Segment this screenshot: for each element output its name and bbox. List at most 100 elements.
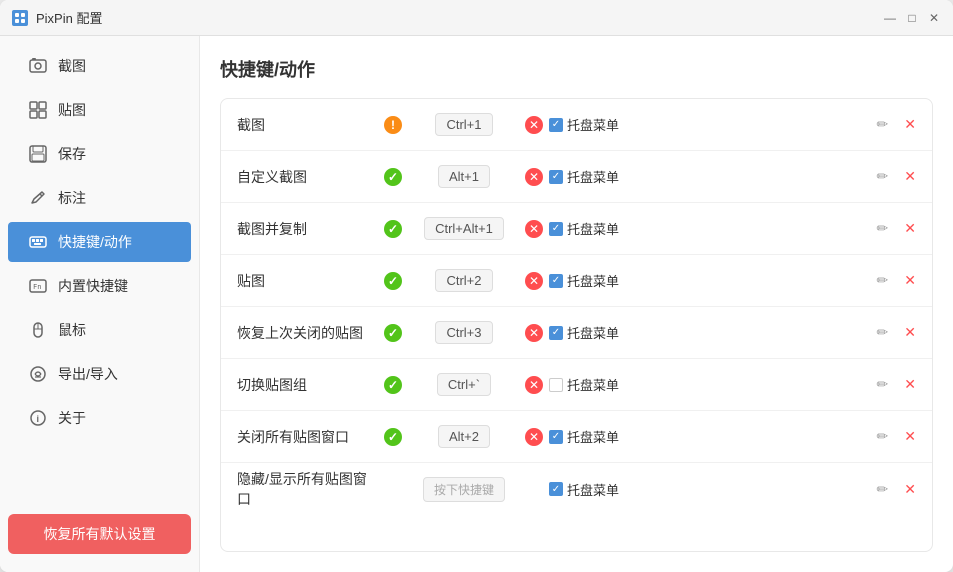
sidebar-item-annotate[interactable]: 标注	[8, 178, 191, 218]
remove-button[interactable]: ✕	[904, 220, 916, 237]
sidebar-item-export[interactable]: 导出/导入	[8, 354, 191, 394]
close-button[interactable]: ✕	[927, 11, 941, 25]
sidebar-item-mouse[interactable]: 鼠标	[8, 310, 191, 350]
checkbox-checked[interactable]: ✓	[549, 326, 563, 340]
key-display[interactable]: Alt+2	[409, 425, 519, 448]
edit-button[interactable]: ✏	[877, 376, 889, 393]
status-icon: ✓	[377, 324, 409, 342]
delete-key-icon[interactable]: ✕	[519, 116, 549, 134]
checkbox-checked[interactable]: ✓	[549, 170, 563, 184]
sidebar-item-sticker[interactable]: 贴图	[8, 90, 191, 130]
sidebar-item-label: 关于	[58, 408, 86, 428]
sidebar: 截图 贴图	[0, 36, 200, 572]
delete-key-button[interactable]: ✕	[525, 324, 543, 342]
tray-menu-checkbox[interactable]: 托盘菜单	[549, 375, 619, 394]
menu-option: ✓ 托盘菜单	[549, 427, 877, 446]
sidebar-item-label: 截图	[58, 56, 86, 76]
key-display[interactable]: Ctrl+2	[409, 269, 519, 292]
delete-key-icon[interactable]: ✕	[519, 376, 549, 394]
remove-button[interactable]: ✕	[904, 168, 916, 185]
edit-button[interactable]: ✏	[877, 324, 889, 341]
key-display[interactable]: Alt+1	[409, 165, 519, 188]
sidebar-item-screenshot[interactable]: 截图	[8, 46, 191, 86]
row-actions: ✏ ✕	[877, 481, 916, 498]
delete-key-button[interactable]: ✕	[525, 272, 543, 290]
edit-button[interactable]: ✏	[877, 168, 889, 185]
shortcut-name: 截图	[237, 115, 377, 135]
key-display[interactable]: Ctrl+Alt+1	[409, 217, 519, 240]
status-icon: ✓	[377, 168, 409, 186]
status-ok-icon: ✓	[384, 220, 402, 238]
maximize-button[interactable]: □	[905, 11, 919, 25]
table-row: 自定义截图 ✓ Alt+1 ✕ ✓ 托盘菜单	[221, 151, 932, 203]
sidebar-item-about[interactable]: i 关于	[8, 398, 191, 438]
edit-button[interactable]: ✏	[877, 272, 889, 289]
checkbox-checked[interactable]: ✓	[549, 274, 563, 288]
status-icon: ✓	[377, 272, 409, 290]
edit-button[interactable]: ✏	[877, 481, 889, 498]
checkbox-checked[interactable]: ✓	[549, 118, 563, 132]
edit-button[interactable]: ✏	[877, 116, 889, 133]
window-controls: — □ ✕	[883, 11, 941, 25]
key-placeholder[interactable]: 按下快捷键	[409, 477, 519, 502]
tray-menu-checkbox[interactable]: ✓ 托盘菜单	[549, 115, 619, 134]
sidebar-item-label: 标注	[58, 188, 86, 208]
status-warn-icon: !	[384, 116, 402, 134]
remove-button[interactable]: ✕	[904, 428, 916, 445]
delete-key-button[interactable]: ✕	[525, 428, 543, 446]
menu-option: ✓ 托盘菜单	[549, 323, 877, 342]
key-display[interactable]: Ctrl+3	[409, 321, 519, 344]
page-title: 快捷键/动作	[220, 56, 933, 82]
remove-button[interactable]: ✕	[904, 272, 916, 289]
remove-button[interactable]: ✕	[904, 324, 916, 341]
checkbox-checked[interactable]: ✓	[549, 430, 563, 444]
checkbox-checked[interactable]: ✓	[549, 482, 563, 496]
delete-key-icon[interactable]: ✕	[519, 324, 549, 342]
status-ok-icon: ✓	[384, 324, 402, 342]
tray-menu-checkbox[interactable]: ✓ 托盘菜单	[549, 427, 619, 446]
delete-key-icon[interactable]: ✕	[519, 220, 549, 238]
checkbox-checked[interactable]: ✓	[549, 222, 563, 236]
tray-menu-checkbox[interactable]: ✓ 托盘菜单	[549, 219, 619, 238]
shortcut-name: 切换贴图组	[237, 375, 377, 395]
sidebar-item-label: 内置快捷键	[58, 276, 128, 296]
key-display[interactable]: Ctrl+1	[409, 113, 519, 136]
row-actions: ✏ ✕	[877, 428, 916, 445]
status-ok-icon: ✓	[384, 168, 402, 186]
tray-menu-checkbox[interactable]: ✓ 托盘菜单	[549, 323, 619, 342]
remove-button[interactable]: ✕	[904, 376, 916, 393]
delete-key-icon[interactable]: ✕	[519, 168, 549, 186]
svg-text:i: i	[37, 414, 40, 424]
sidebar-item-save[interactable]: 保存	[8, 134, 191, 174]
delete-key-button[interactable]: ✕	[525, 220, 543, 238]
shortcut-name: 恢复上次关闭的贴图	[237, 323, 377, 343]
delete-key-button[interactable]: ✕	[525, 168, 543, 186]
sidebar-item-label: 贴图	[58, 100, 86, 120]
remove-button[interactable]: ✕	[904, 481, 916, 498]
delete-key-icon[interactable]: ✕	[519, 272, 549, 290]
delete-key-button[interactable]: ✕	[525, 376, 543, 394]
sidebar-item-label: 导出/导入	[58, 364, 118, 384]
sidebar-item-builtin[interactable]: Fn 内置快捷键	[8, 266, 191, 306]
tray-menu-checkbox[interactable]: ✓ 托盘菜单	[549, 271, 619, 290]
restore-defaults-button[interactable]: 恢复所有默认设置	[8, 514, 191, 554]
delete-key-button[interactable]: ✕	[525, 116, 543, 134]
minimize-button[interactable]: —	[883, 11, 897, 25]
app-icon	[12, 10, 28, 26]
menu-option: ✓ 托盘菜单	[549, 271, 877, 290]
key-display[interactable]: Ctrl+`	[409, 373, 519, 396]
delete-key-icon[interactable]: ✕	[519, 428, 549, 446]
row-actions: ✏ ✕	[877, 272, 916, 289]
sidebar-item-label: 快捷键/动作	[58, 232, 132, 252]
table-row: 贴图 ✓ Ctrl+2 ✕ ✓ 托盘菜单	[221, 255, 932, 307]
tray-menu-checkbox[interactable]: ✓ 托盘菜单	[549, 167, 619, 186]
checkbox-unchecked[interactable]	[549, 378, 563, 392]
tray-menu-checkbox[interactable]: ✓ 托盘菜单	[549, 480, 619, 499]
sidebar-item-shortcuts[interactable]: 快捷键/动作	[8, 222, 191, 262]
shortcut-name: 隐藏/显示所有贴图窗口	[237, 469, 377, 509]
remove-button[interactable]: ✕	[904, 116, 916, 133]
edit-button[interactable]: ✏	[877, 220, 889, 237]
main-area: 快捷键/动作 截图 ! Ctrl+1 ✕ ✓	[200, 36, 953, 572]
menu-option: ✓ 托盘菜单	[549, 115, 877, 134]
edit-button[interactable]: ✏	[877, 428, 889, 445]
